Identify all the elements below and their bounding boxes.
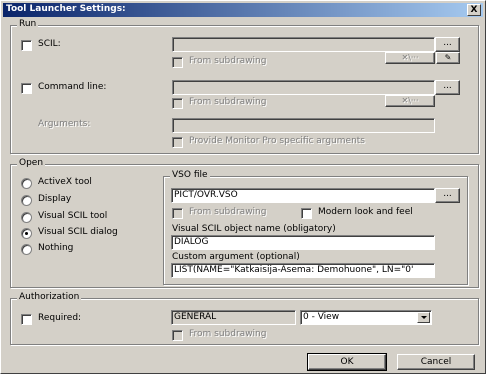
- scil-checkbox[interactable]: [21, 40, 32, 51]
- vso-file-label: VSO file: [170, 170, 210, 180]
- radio-visual-scil-tool[interactable]: [21, 212, 32, 223]
- cancel-button[interactable]: Cancel: [397, 354, 475, 370]
- radio-label-nothing: Nothing: [38, 243, 74, 253]
- radio-display[interactable]: [21, 195, 32, 206]
- scil-field[interactable]: [172, 37, 435, 52]
- authorization-group-field[interactable]: GENERAL: [171, 310, 296, 325]
- vso-from-subdrawing-checkbox[interactable]: [172, 208, 183, 219]
- arguments-field[interactable]: [172, 118, 435, 133]
- object-name-label: Visual SCIL object name (obligatory): [172, 224, 336, 234]
- radio-selected-dot: [25, 232, 28, 235]
- command-line-from-subdrawing-checkbox[interactable]: [172, 98, 183, 109]
- vso-from-subdrawing-label: From subdrawing: [189, 207, 267, 217]
- close-button[interactable]: X: [467, 4, 481, 16]
- command-line-slash-button[interactable]: ✕\···: [385, 95, 435, 107]
- command-line-label: Command line:: [38, 82, 107, 92]
- authorization-level-select[interactable]: 0 - View: [300, 310, 432, 325]
- radio-label-visual-scil-tool: Visual SCIL tool: [38, 211, 108, 221]
- radio-visual-scil-dialog[interactable]: [21, 228, 32, 239]
- authorization-level-value: 0 - View: [303, 312, 340, 322]
- modern-look-checkbox[interactable]: [301, 208, 312, 219]
- chevron-down-icon[interactable]: [417, 312, 430, 323]
- radio-nothing[interactable]: [21, 244, 32, 255]
- title-bar: Tool Launcher Settings: X: [3, 3, 483, 17]
- scil-from-subdrawing-checkbox[interactable]: [172, 57, 183, 68]
- run-group-label: Run: [17, 19, 39, 29]
- object-name-field[interactable]: DIALOG: [171, 235, 435, 250]
- auth-from-subdrawing-checkbox[interactable]: [172, 330, 183, 341]
- custom-argument-label: Custom argument (optional): [172, 252, 300, 262]
- custom-argument-field[interactable]: LIST(NAME="Katkaisija-Asema: Demohuone",…: [171, 263, 435, 278]
- command-line-browse-button[interactable]: ...: [435, 80, 460, 95]
- command-line-checkbox[interactable]: [21, 83, 32, 94]
- required-checkbox[interactable]: [21, 314, 32, 325]
- authorization-group-label: Authorization: [17, 292, 82, 302]
- command-line-from-subdrawing-label: From subdrawing: [189, 97, 267, 107]
- scil-from-subdrawing-label: From subdrawing: [189, 56, 267, 66]
- provide-arguments-label: Provide Monitor Pro specific arguments: [189, 136, 365, 146]
- scil-edit-button[interactable]: ✎: [436, 52, 460, 64]
- radio-label-activex-tool: ActiveX tool: [38, 177, 92, 187]
- scil-browse-button[interactable]: ...: [435, 37, 460, 52]
- auth-from-subdrawing-label: From subdrawing: [189, 329, 267, 339]
- required-label: Required:: [38, 313, 82, 323]
- provide-arguments-checkbox[interactable]: [172, 137, 183, 148]
- scil-label: SCIL:: [38, 39, 61, 49]
- command-line-field[interactable]: [172, 80, 435, 95]
- radio-activex-tool[interactable]: [21, 178, 32, 189]
- arguments-label: Arguments:: [38, 119, 91, 129]
- radio-label-display: Display: [38, 194, 72, 204]
- radio-label-visual-scil-dialog: Visual SCIL dialog: [38, 227, 118, 237]
- open-group-label: Open: [17, 158, 46, 168]
- vso-browse-button[interactable]: ...: [435, 188, 460, 203]
- modern-look-label: Modern look and feel: [318, 207, 413, 217]
- pencil-icon: ✎: [444, 53, 452, 62]
- ok-button[interactable]: OK: [307, 353, 387, 371]
- vso-file-field[interactable]: PICT/OVR.VSO: [171, 188, 435, 203]
- tool-launcher-settings-window: Tool Launcher Settings: X Run SCIL: ... …: [0, 0, 486, 374]
- window-title: Tool Launcher Settings:: [6, 4, 126, 14]
- scil-slash-button[interactable]: ✕\···: [385, 52, 435, 64]
